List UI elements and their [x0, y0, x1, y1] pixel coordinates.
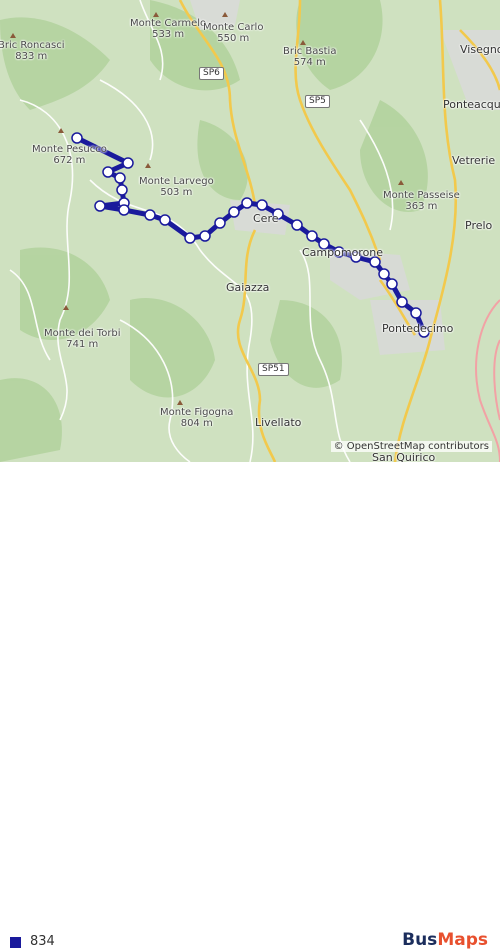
peak-label-figogna: Monte Figogna 804 m [160, 407, 233, 429]
route-label: 834 [30, 934, 55, 949]
place-name: Monte Carlo [203, 22, 264, 33]
place-name: Monte Larvego [139, 176, 214, 187]
place-name: Monte dei Torbi [44, 328, 121, 339]
road-shield-sp5: SP5 [305, 95, 330, 108]
place-elevation: 363 m [405, 201, 438, 212]
place-name: Monte Figogna [160, 407, 234, 418]
place-elevation: 804 m [180, 418, 213, 429]
peak-label-pesucco: Monte Pesucco 672 m [32, 144, 107, 166]
peak-label-passeise: Monte Passeise 363 m [383, 190, 460, 212]
town-label-vetrerie: Vetrerie [452, 154, 496, 167]
peak-label-torbi: Monte dei Torbi 741 m [44, 328, 121, 350]
place-elevation: 550 m [217, 33, 250, 44]
map-base [0, 0, 500, 462]
brand-maps: Maps [437, 930, 488, 950]
place-elevation: 741 m [66, 339, 99, 350]
peak-label-carmelo: Monte Carmelo 533 m [130, 18, 206, 40]
peak-label-bastia: Bric Bastia 574 m [283, 46, 336, 68]
place-name: Monte Pesucco [32, 144, 107, 155]
place-elevation: 574 m [293, 57, 326, 68]
place-name: Bric Roncasci [0, 40, 65, 51]
route-color-swatch [10, 937, 21, 948]
town-label-san-quirico: San Quirico [372, 451, 436, 462]
map-attribution[interactable]: © OpenStreetMap contributors [330, 441, 492, 452]
legend-footer: 834 BusMaps [0, 462, 500, 950]
place-elevation: 833 m [15, 51, 48, 62]
place-name: Monte Carmelo [130, 18, 207, 29]
place-name: Monte Passeise [383, 190, 460, 201]
town-label-livellato: Livellato [255, 416, 302, 429]
place-elevation: 503 m [160, 187, 193, 198]
road-shield-sp6: SP6 [199, 67, 224, 80]
place-elevation: 533 m [152, 29, 185, 40]
peak-label-roncasci: Bric Roncasci 833 m [0, 40, 65, 62]
brand-bus: Bus [402, 930, 438, 950]
town-label-ponteacqua: Ponteacqua [443, 98, 500, 111]
peak-label-larvego: Monte Larvego 503 m [139, 176, 214, 198]
town-label-visegno: Visegno [460, 43, 500, 56]
place-elevation: 672 m [53, 155, 86, 166]
town-label-pontedecimo: Pontedecimo [382, 322, 454, 335]
town-label-cere: Cere [253, 212, 279, 225]
town-label-gaiazza: Gaiazza [226, 281, 270, 294]
road-shield-sp51: SP51 [258, 363, 289, 376]
town-label-prelo: Prelo [465, 219, 493, 232]
busmaps-logo: BusMaps [402, 930, 488, 950]
place-name: Bric Bastia [283, 46, 337, 57]
peak-label-carlo: Monte Carlo 550 m [203, 22, 263, 44]
town-label-campomorone: Campomorone [302, 246, 384, 259]
map-canvas[interactable]: Bric Roncasci 833 m Monte Carmelo 533 m Mo… [0, 0, 500, 462]
